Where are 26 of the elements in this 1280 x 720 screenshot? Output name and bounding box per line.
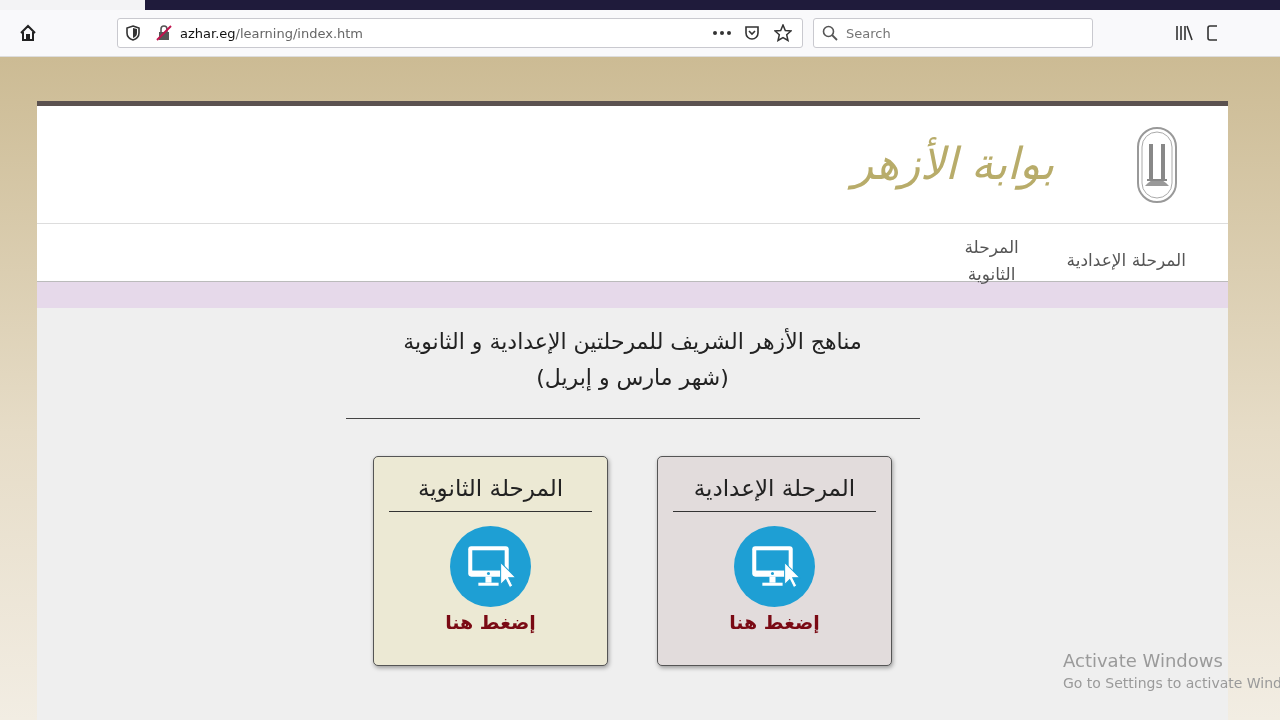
- nav-link[interactable]: المرحلة الثانوية: [956, 233, 1027, 288]
- page-title: مناهج الأزهر الشريف للمرحلتين الإعدادية و الثانوية: [402, 327, 863, 356]
- star-icon[interactable]: [774, 24, 792, 42]
- page-subtitle: (شهر مارس و إبريل): [535, 364, 730, 393]
- click-here-link[interactable]: إضغط هنا: [729, 611, 820, 633]
- url-text[interactable]: azhar.eg/learning/index.htm: [180, 25, 364, 41]
- more-icon[interactable]: [713, 31, 731, 35]
- library-icon[interactable]: [1175, 25, 1193, 41]
- activation-title: Activate Windows: [1063, 650, 1224, 671]
- address-bar[interactable]: azhar.eg/learning/index.htm: [117, 18, 803, 48]
- search-icon: [822, 25, 838, 41]
- computer-click-icon: [450, 526, 531, 607]
- emblem-icon: [1136, 125, 1178, 204]
- stage-card[interactable]: المرحلة الثانوية إضغط هنا: [373, 456, 608, 666]
- stage-card[interactable]: المرحلة الإعدادية إضغط هنا: [657, 456, 892, 666]
- nav-link[interactable]: المرحلة الإعدادية: [1066, 247, 1186, 274]
- computer-click-icon: [734, 526, 815, 607]
- card-title: المرحلة الثانوية: [389, 457, 592, 512]
- insecure-lock-icon[interactable]: [156, 25, 172, 41]
- activation-hint: Go to Settings to activate Wind: [1063, 675, 1280, 691]
- home-icon[interactable]: [19, 24, 37, 42]
- card-title: المرحلة الإعدادية: [673, 457, 876, 512]
- click-here-link[interactable]: إضغط هنا: [445, 611, 536, 633]
- search-field[interactable]: Search: [813, 18, 1093, 48]
- pocket-icon[interactable]: [744, 25, 760, 41]
- shield-icon[interactable]: [126, 25, 140, 41]
